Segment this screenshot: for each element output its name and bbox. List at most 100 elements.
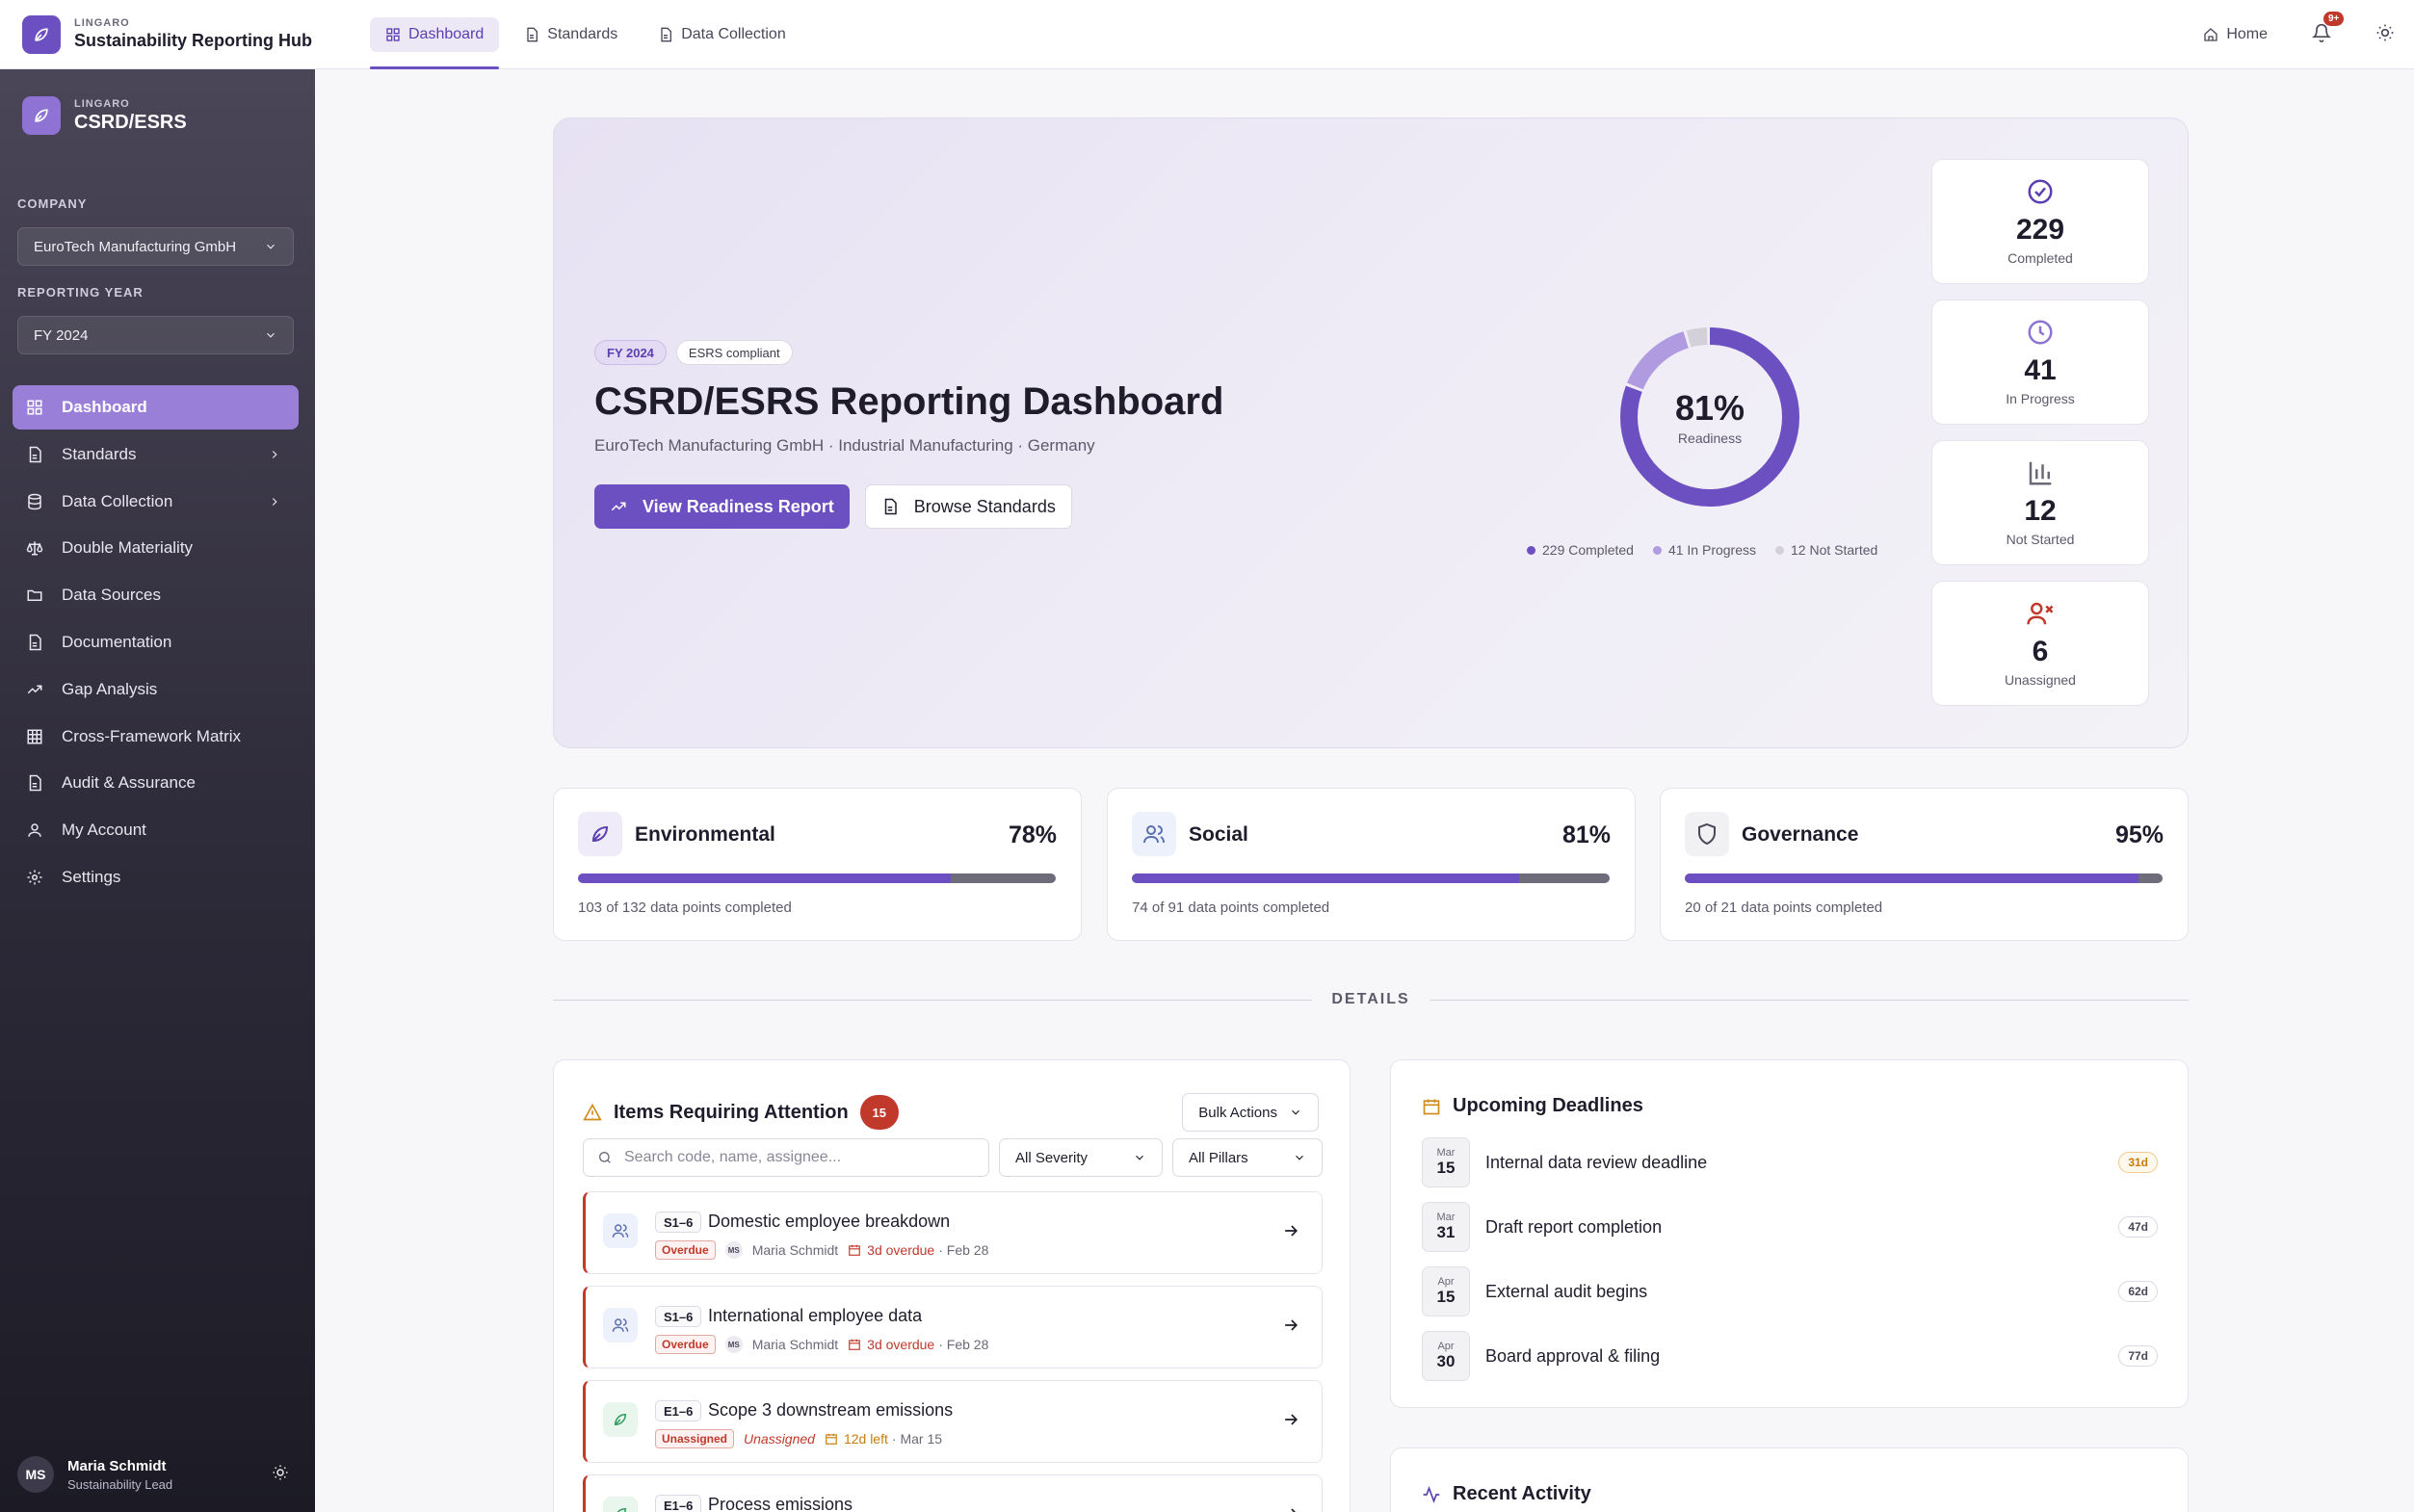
- pillar-name: Governance: [1742, 823, 1859, 846]
- deadline-row[interactable]: Mar 31 Draft report completion 47d: [1422, 1202, 2158, 1252]
- sidebar-item-my-account[interactable]: My Account: [13, 808, 299, 852]
- severity-filter-select[interactable]: All Severity: [999, 1138, 1163, 1177]
- attention-row[interactable]: E1–6 Process emissions: [583, 1474, 1323, 1512]
- days-remaining-badge: 62d: [2118, 1281, 2158, 1302]
- deadline-row[interactable]: Apr 30 Board approval & filing 77d: [1422, 1331, 2158, 1381]
- sidebar-item-label: Cross-Framework Matrix: [62, 726, 242, 745]
- assignee-name: Maria Schmidt: [751, 1337, 839, 1352]
- table-icon: [25, 727, 44, 746]
- activity-icon: [1423, 1485, 1440, 1503]
- view-readiness-report-button[interactable]: View Readiness Report: [594, 484, 850, 529]
- deadline-name: Draft report completion: [1485, 1216, 1663, 1237]
- page-title: CSRD/ESRS Reporting Dashboard: [594, 380, 1224, 423]
- home-icon: [2204, 28, 2217, 41]
- sidebar-item-label: My Account: [62, 821, 146, 840]
- company-label: COMPANY: [17, 196, 88, 211]
- fiscal-year-badge: FY 2024: [594, 340, 667, 365]
- chevron-down-icon: [267, 244, 275, 249]
- deadline-name: Board approval & filing: [1485, 1345, 1661, 1366]
- stat-card-in-progress[interactable]: 41 In Progress: [1931, 300, 2149, 425]
- top-nav-standards[interactable]: Standards: [509, 17, 633, 52]
- readiness-label: Readiness: [1677, 430, 1743, 446]
- deadline-row[interactable]: Apr 15 External audit begins 62d: [1422, 1266, 2158, 1316]
- reporting-year-value: FY 2024: [34, 326, 89, 344]
- sidebar-item-data-sources[interactable]: Data Sources: [13, 573, 299, 617]
- deadline-row[interactable]: Mar 15 Internal data review deadline 31d: [1422, 1137, 2158, 1187]
- users-icon: [603, 1213, 638, 1248]
- stat-value: 12: [2024, 495, 2057, 527]
- datapoint-name: International employee data: [708, 1306, 923, 1325]
- avatar: MS: [724, 1336, 743, 1353]
- chevron-right-icon: [272, 497, 277, 506]
- due-status: 12d left: [843, 1431, 888, 1447]
- stat-card-unassigned[interactable]: 6 Unassigned: [1931, 581, 2149, 706]
- sidebar-item-cross-framework-matrix[interactable]: Cross-Framework Matrix: [13, 715, 299, 759]
- browse-standards-button[interactable]: Browse Standards: [864, 484, 1072, 529]
- deadline-date: Mar 31: [1422, 1202, 1470, 1252]
- status-badge: Unassigned: [655, 1429, 735, 1448]
- company-select-value: EuroTech Manufacturing GmbH: [34, 238, 237, 255]
- sidebar-item-data-collection[interactable]: Data Collection: [13, 480, 299, 524]
- stat-label: Not Started: [2006, 532, 2075, 547]
- attention-row[interactable]: S1–6 Domestic employee breakdown Overdue…: [583, 1191, 1323, 1274]
- check-circle-icon: [2028, 179, 2053, 204]
- sidebar-item-dashboard[interactable]: Dashboard: [13, 385, 299, 430]
- attention-search-input[interactable]: Search code, name, assignee...: [583, 1138, 989, 1177]
- sidebar-item-audit-assurance[interactable]: Audit & Assurance: [13, 761, 299, 805]
- user-x-icon: [2027, 602, 2054, 625]
- pillar-card-environmental[interactable]: Environmental 78% 103 of 132 data points…: [553, 788, 1082, 941]
- sidebar-item-standards[interactable]: Standards: [13, 432, 299, 477]
- pillar-card-social[interactable]: Social 81% 74 of 91 data points complete…: [1107, 788, 1636, 941]
- user-role: Sustainability Lead: [67, 1476, 173, 1492]
- days-remaining-badge: 77d: [2118, 1345, 2158, 1367]
- leaf-icon: [603, 1497, 638, 1512]
- top-nav-data-collection[interactable]: Data Collection: [643, 17, 801, 52]
- panel-title: Items Requiring Attention: [614, 1101, 849, 1123]
- theme-toggle-button[interactable]: [2375, 23, 2395, 47]
- company-select[interactable]: EuroTech Manufacturing GmbH: [17, 227, 294, 266]
- sidebar-item-label: Documentation: [62, 632, 172, 651]
- datapoint-name: Domestic employee breakdown: [708, 1212, 951, 1231]
- user-icon: [25, 821, 44, 840]
- sidebar-item-documentation[interactable]: Documentation: [13, 620, 299, 665]
- readiness-donut: 81% Readiness: [1614, 321, 1806, 513]
- search-placeholder: Search code, name, assignee...: [624, 1149, 842, 1165]
- sun-icon: [2376, 24, 2394, 40]
- sidebar-user[interactable]: MS Maria Schmidt Sustainability Lead: [17, 1456, 297, 1493]
- attention-row[interactable]: E1–6 Scope 3 downstream emissions Unassi…: [583, 1380, 1323, 1463]
- shield-icon: [1685, 812, 1729, 856]
- sidebar-item-double-materiality[interactable]: Double Materiality: [13, 526, 299, 570]
- pillar-progress-bar: [1685, 873, 2163, 883]
- sidebar-item-label: Double Materiality: [62, 538, 194, 558]
- reporting-year-select[interactable]: FY 2024: [17, 316, 294, 354]
- sidebar: LINGARO CSRD/ESRS COMPANY EuroTech Manuf…: [0, 69, 315, 1512]
- stat-card-completed[interactable]: 229 Completed: [1931, 159, 2149, 284]
- sidebar-theme-toggle[interactable]: [272, 1464, 289, 1486]
- sidebar-item-label: Settings: [62, 867, 121, 886]
- top-nav-dashboard[interactable]: Dashboard: [370, 17, 500, 69]
- panel-title: Recent Activity: [1453, 1483, 1591, 1504]
- attention-row[interactable]: S1–6 International employee data Overdue…: [583, 1286, 1323, 1369]
- severity-filter-value: All Severity: [1015, 1149, 1089, 1166]
- sidebar-brand-company: LINGARO: [74, 97, 130, 110]
- assignee-name: Unassigned: [744, 1431, 815, 1447]
- grid-icon: [25, 398, 44, 417]
- panel-title: Upcoming Deadlines: [1453, 1095, 1643, 1116]
- bulk-actions-button[interactable]: Bulk Actions: [1182, 1093, 1319, 1132]
- pillar-filter-select[interactable]: All Pillars: [1172, 1138, 1323, 1177]
- sidebar-item-gap-analysis[interactable]: Gap Analysis: [13, 667, 299, 712]
- database-icon: [25, 492, 44, 511]
- deadline-name: External audit begins: [1485, 1281, 1648, 1301]
- pillar-card-governance[interactable]: Governance 95% 20 of 21 data points comp…: [1660, 788, 2189, 941]
- home-link[interactable]: Home: [2203, 26, 2268, 43]
- sidebar-logo-icon: [22, 96, 61, 135]
- pillar-progress-fill: [1132, 873, 1519, 883]
- top-nav-label: Standards: [547, 26, 618, 42]
- datapoint-code: S1–6: [655, 1212, 702, 1233]
- top-bar: LINGARO Sustainability Reporting Hub Das…: [0, 0, 2414, 69]
- notifications-button[interactable]: 9+: [2311, 11, 2345, 47]
- sidebar-item-settings[interactable]: Settings: [13, 855, 299, 899]
- app-logo-icon[interactable]: [22, 14, 61, 54]
- arrow-right-icon: [1285, 1414, 1299, 1425]
- stat-card-not-started[interactable]: 12 Not Started: [1931, 440, 2149, 565]
